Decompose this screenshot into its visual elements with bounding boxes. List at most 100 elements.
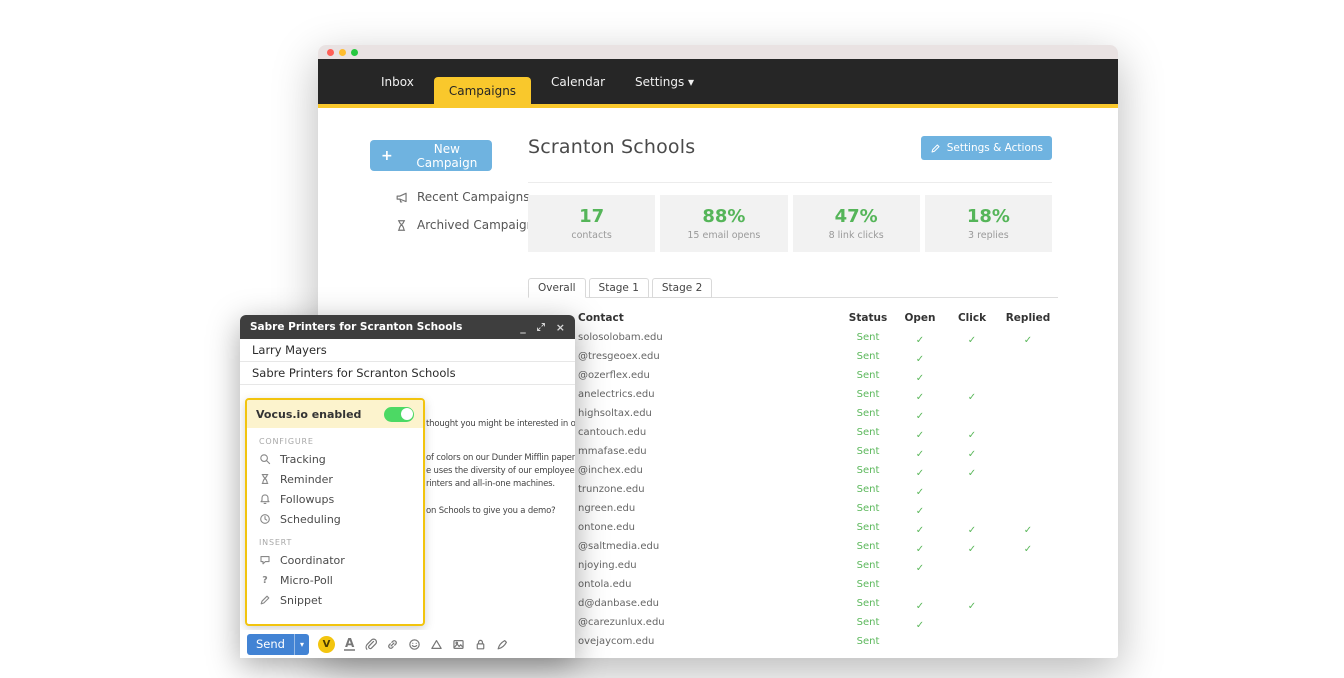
table-row[interactable]: trunzone.eduSent✓ [528,480,1058,499]
cell-status: Sent [842,370,894,381]
confidential-button[interactable] [474,638,487,651]
send-options-caret[interactable]: ▾ [294,634,309,655]
check-icon: ✓ [916,354,924,365]
nav-tab-inbox[interactable]: Inbox [366,59,429,104]
table-row[interactable]: ovejaycom.eduSent [528,632,1058,651]
svg-text:?: ? [262,575,268,586]
table-row[interactable]: ontone.eduSent✓✓✓ [528,518,1058,537]
stats-row: 17contacts88%15 email opens47%8 link cli… [528,195,1052,252]
nav-tab-settings[interactable]: Settings ▾ [620,59,709,104]
cell-status: Sent [842,636,894,647]
sidebar-item-recent-campaigns[interactable]: Recent Campaigns [395,190,541,204]
minimize-window-button[interactable] [339,49,346,56]
check-icon: ✓ [1024,335,1032,346]
tab-overall[interactable]: Overall [528,278,586,298]
close-window-button[interactable] [327,49,334,56]
table-row[interactable]: d@danbase.eduSent✓✓ [528,594,1058,613]
popup-item-coordinator[interactable]: Coordinator [247,550,423,570]
compose-body[interactable]: thought you might be interested in one o… [240,385,575,630]
speech-icon [259,554,271,566]
sidebar-item-label: Recent Campaigns [417,190,530,204]
send-button[interactable]: Send [247,634,294,655]
format-icon[interactable]: A [344,638,355,651]
cell-status: Sent [842,560,894,571]
table-row[interactable]: @tresgeoex.eduSent✓ [528,347,1058,366]
tab-stage-2[interactable]: Stage 2 [652,278,712,298]
table-row[interactable]: cantouch.eduSent✓✓ [528,423,1058,442]
subject-field[interactable]: Sabre Printers for Scranton Schools [240,362,575,385]
link-button[interactable] [386,638,399,651]
popup-item-followups[interactable]: Followups [247,489,423,509]
stat-card-15-email-opens: 88%15 email opens [660,195,787,252]
popup-item-label: Tracking [280,453,326,466]
table-row[interactable]: @inchex.eduSent✓✓ [528,461,1058,480]
compose-body-line: on Schools to give you a demo? [426,506,555,516]
popup-item-tracking[interactable]: Tracking [247,449,423,469]
compose-title: Sabre Printers for Scranton Schools [250,321,462,333]
sidebar: Recent Campaigns Archived Campaigns [395,190,541,232]
popup-section-label: CONFIGURE [247,428,423,449]
table-row[interactable]: @ozerflex.eduSent✓ [528,366,1058,385]
check-icon: ✓ [916,449,924,460]
table-row[interactable]: mmafase.eduSent✓✓ [528,442,1058,461]
pencil-icon [930,143,941,154]
popup-item-micro-poll[interactable]: ?Micro-Poll [247,570,423,590]
sidebar-item-archived-campaigns[interactable]: Archived Campaigns [395,218,541,232]
vocus-icon[interactable]: V [318,636,335,653]
cell-open: ✓ [894,385,946,404]
table-row[interactable]: anelectrics.eduSent✓✓ [528,385,1058,404]
new-campaign-button[interactable]: + New Campaign [370,140,492,171]
table-row[interactable]: ontola.eduSent [528,575,1058,594]
cell-open: ✓ [894,537,946,556]
page-title: Scranton Schools [528,136,695,158]
table-row[interactable]: @saltmedia.eduSent✓✓✓ [528,537,1058,556]
zoom-window-button[interactable] [351,49,358,56]
popup-item-label: Followups [280,493,334,506]
compose-body-line: e uses the diversity of our employees to [426,466,575,476]
confidential-icon [474,638,487,651]
table-row[interactable]: highsoltax.eduSent✓ [528,404,1058,423]
expand-icon[interactable] [536,322,546,332]
col-header-open: Open [894,312,946,324]
window-titlebar[interactable] [318,45,1118,59]
pen-button[interactable] [496,638,509,651]
table-row[interactable]: njoying.eduSent✓ [528,556,1058,575]
check-icon: ✓ [1024,525,1032,536]
drive-button[interactable] [430,638,443,651]
pencil-icon [259,594,271,606]
table-row[interactable]: solosolobam.eduSent✓✓✓ [528,328,1058,347]
stat-value: 88% [702,206,745,227]
vocus-toggle[interactable] [384,407,414,422]
cell-click: ✓ [946,518,998,537]
emoji-button[interactable] [408,638,421,651]
cell-status: Sent [842,617,894,628]
image-button[interactable] [452,638,465,651]
popup-item-scheduling[interactable]: Scheduling [247,509,423,529]
cell-contact: highsoltax.edu [528,408,842,419]
stat-card-8-link-clicks: 47%8 link clicks [793,195,920,252]
emoji-icon [408,638,421,651]
table-row[interactable]: ngreen.eduSent✓ [528,499,1058,518]
popup-item-reminder[interactable]: Reminder [247,469,423,489]
megaphone-icon [395,191,408,204]
attach-button[interactable] [364,638,377,651]
check-icon: ✓ [916,373,924,384]
check-icon: ✓ [916,563,924,574]
nav-tab-campaigns[interactable]: Campaigns [434,77,531,104]
compose-body-line: rinters and all-in-one machines. [426,479,555,489]
table-row[interactable]: @carezunlux.eduSent✓ [528,613,1058,632]
cell-click: ✓ [946,442,998,461]
main-header: Scranton Schools Settings & Actions [528,136,1052,160]
cell-status: Sent [842,503,894,514]
cell-open: ✓ [894,423,946,442]
nav-tab-calendar[interactable]: Calendar [536,59,620,104]
close-icon[interactable]: × [556,322,565,333]
cell-status: Sent [842,522,894,533]
minimize-icon[interactable]: _ [520,322,526,333]
recipient-field[interactable]: Larry Mayers [240,339,575,362]
cell-contact: d@danbase.edu [528,598,842,609]
tab-stage-1[interactable]: Stage 1 [589,278,649,298]
popup-item-snippet[interactable]: Snippet [247,590,423,610]
settings-actions-button[interactable]: Settings & Actions [921,136,1052,160]
compose-titlebar[interactable]: Sabre Printers for Scranton Schools _ × [240,315,575,339]
